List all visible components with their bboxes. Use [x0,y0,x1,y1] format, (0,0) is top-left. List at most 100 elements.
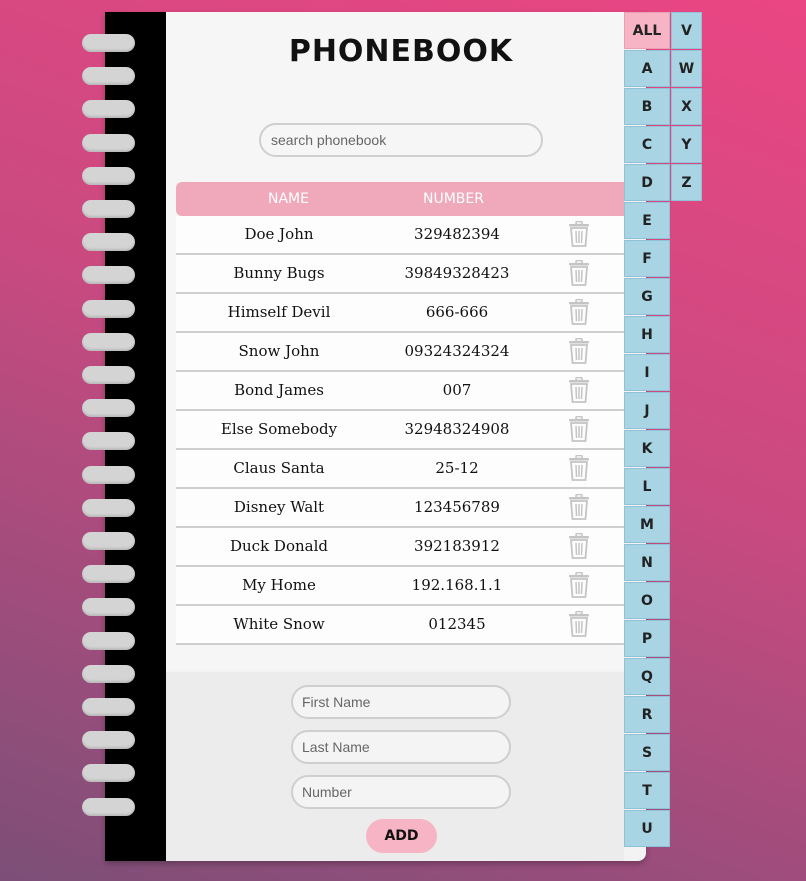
binding-ring [82,498,135,517]
tab-n[interactable]: N [624,544,670,581]
tab-y[interactable]: Y [671,126,702,163]
first-name-field[interactable] [291,685,511,719]
trash-icon[interactable] [568,415,590,442]
contact-number: 123456789 [414,498,500,516]
add-button[interactable]: ADD [366,819,437,853]
page-title: PHONEBOOK [288,34,514,69]
tab-x[interactable]: X [671,88,702,125]
tab-t[interactable]: T [624,772,670,809]
trash-icon[interactable] [568,571,590,598]
tab-d[interactable]: D [624,164,670,201]
contact-name: Snow John [238,342,320,360]
contact-row: Disney Walt 123456789 [176,489,624,528]
contact-name: Disney Walt [233,498,325,516]
tab-a[interactable]: A [624,50,670,87]
contact-number: 32948324908 [404,420,510,438]
tab-i[interactable]: I [624,354,670,391]
tab-l[interactable]: L [624,468,670,505]
contact-row: Himself Devil 666-666 [176,294,624,333]
binding-ring [82,598,135,617]
binding-ring [82,233,135,252]
contact-name: Himself Devil [227,303,331,321]
trash-icon[interactable] [568,532,590,559]
contact-row: Claus Santa 25-12 [176,450,624,489]
trash-icon[interactable] [568,493,590,520]
binding-ring [82,797,135,816]
tab-u[interactable]: U [624,810,670,847]
tab-e[interactable]: E [624,202,670,239]
contact-name: Bond James [234,381,324,399]
binding-ring [82,664,135,683]
binding-ring [82,200,135,218]
binding-ring [82,366,135,384]
contact-number: 012345 [428,615,486,633]
contact-number: 392183912 [414,537,500,555]
tab-j[interactable]: J [624,392,670,429]
search-input[interactable] [259,123,543,157]
tab-g[interactable]: G [624,278,670,315]
trash-icon[interactable] [568,610,590,637]
binding-ring [82,399,135,418]
contact-row: Duck Donald 392183912 [176,528,624,567]
tab-c[interactable]: C [624,126,670,163]
contact-row: White Snow 012345 [176,606,624,645]
binding-ring [82,166,135,185]
last-name-field[interactable] [291,730,511,764]
binding-ring [82,698,135,716]
trash-icon[interactable] [568,376,590,403]
tab-m[interactable]: M [624,506,670,543]
name-column-header: NAME [268,191,309,207]
contact-name: My Home [242,576,316,594]
contact-row: Bunny Bugs 39849328423 [176,255,624,294]
tab-f[interactable]: F [624,240,670,277]
binding-ring [82,34,135,52]
trash-icon[interactable] [568,220,590,247]
tab-q[interactable]: Q [624,658,670,695]
trash-icon[interactable] [568,298,590,325]
contact-number: 09324324324 [404,342,510,360]
tab-o[interactable]: O [624,582,670,619]
binding-ring [82,631,135,650]
tab-b[interactable]: B [624,88,670,125]
contact-number: 25-12 [435,459,479,477]
number-field[interactable] [291,775,511,809]
tab-z[interactable]: Z [671,164,702,201]
tab-h[interactable]: H [624,316,670,353]
tab-r[interactable]: R [624,696,670,733]
tab-k[interactable]: K [624,430,670,467]
binding-ring [82,565,135,584]
binding-ring [82,299,135,318]
tab-all[interactable]: ALL [624,12,670,49]
trash-icon[interactable] [568,454,590,481]
binding-ring [82,764,135,783]
contact-row: My Home 192.168.1.1 [176,567,624,606]
contact-name: Duck Donald [229,537,328,555]
contact-name: White Snow [233,615,325,633]
contact-number: 666-666 [425,303,489,321]
binding-ring [82,67,135,86]
binding-ring [82,432,135,451]
contact-row: Else Somebody 32948324908 [176,411,624,450]
tab-w[interactable]: W [671,50,702,87]
binding-ring [82,266,135,285]
tab-v[interactable]: V [671,12,702,49]
binding-ring [82,100,135,119]
contact-name: Else Somebody [220,420,338,438]
tab-p[interactable]: P [624,620,670,657]
contact-row: Bond James 007 [176,372,624,411]
contact-number: 39849328423 [404,264,510,282]
trash-icon[interactable] [568,259,590,286]
number-column-header: NUMBER [423,191,484,207]
binding-ring [82,332,135,351]
contact-name: Doe John [244,225,314,243]
binding-ring [82,532,135,550]
trash-icon[interactable] [568,337,590,364]
contact-row: Doe John 329482394 [176,216,624,255]
contact-name: Claus Santa [233,459,325,477]
binding-ring [82,133,135,152]
contact-name: Bunny Bugs [233,264,325,282]
binding-ring [82,465,135,484]
contact-number: 192.168.1.1 [411,576,503,594]
table-header: NAME NUMBER [176,182,624,216]
tab-s[interactable]: S [624,734,670,771]
